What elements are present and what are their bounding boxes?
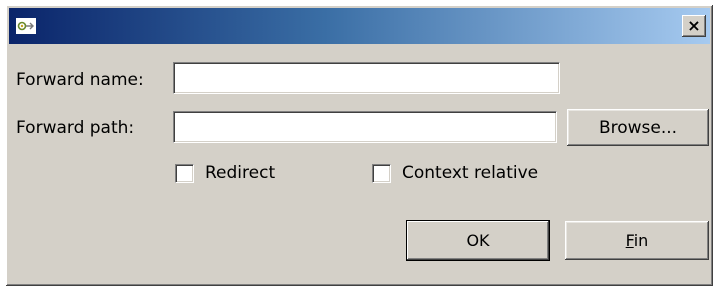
forward-name-input[interactable] xyxy=(173,62,560,94)
title-bar[interactable]: × xyxy=(9,8,710,44)
fin-mnemonic: F xyxy=(625,231,634,250)
context-relative-option[interactable]: Context relative xyxy=(372,163,538,183)
redirect-option[interactable]: Redirect xyxy=(175,163,275,183)
forward-path-input[interactable] xyxy=(173,111,557,143)
redirect-label: Redirect xyxy=(205,163,276,183)
close-button[interactable]: × xyxy=(682,15,706,37)
fin-label-rest: in xyxy=(633,231,649,250)
context-relative-checkbox[interactable] xyxy=(372,163,391,183)
fin-button[interactable]: Fin xyxy=(565,221,709,260)
forward-name-label: Forward name: xyxy=(16,70,144,90)
context-relative-label: Context relative xyxy=(402,163,539,183)
dialog-window: × Forward name: Forward path: Browse... … xyxy=(6,5,713,286)
ok-button[interactable]: OK xyxy=(407,221,549,260)
plugin-icon xyxy=(16,18,36,34)
forward-path-label: Forward path: xyxy=(16,118,135,138)
browse-button[interactable]: Browse... xyxy=(567,109,709,146)
redirect-checkbox[interactable] xyxy=(175,163,194,183)
close-icon: × xyxy=(687,16,701,35)
